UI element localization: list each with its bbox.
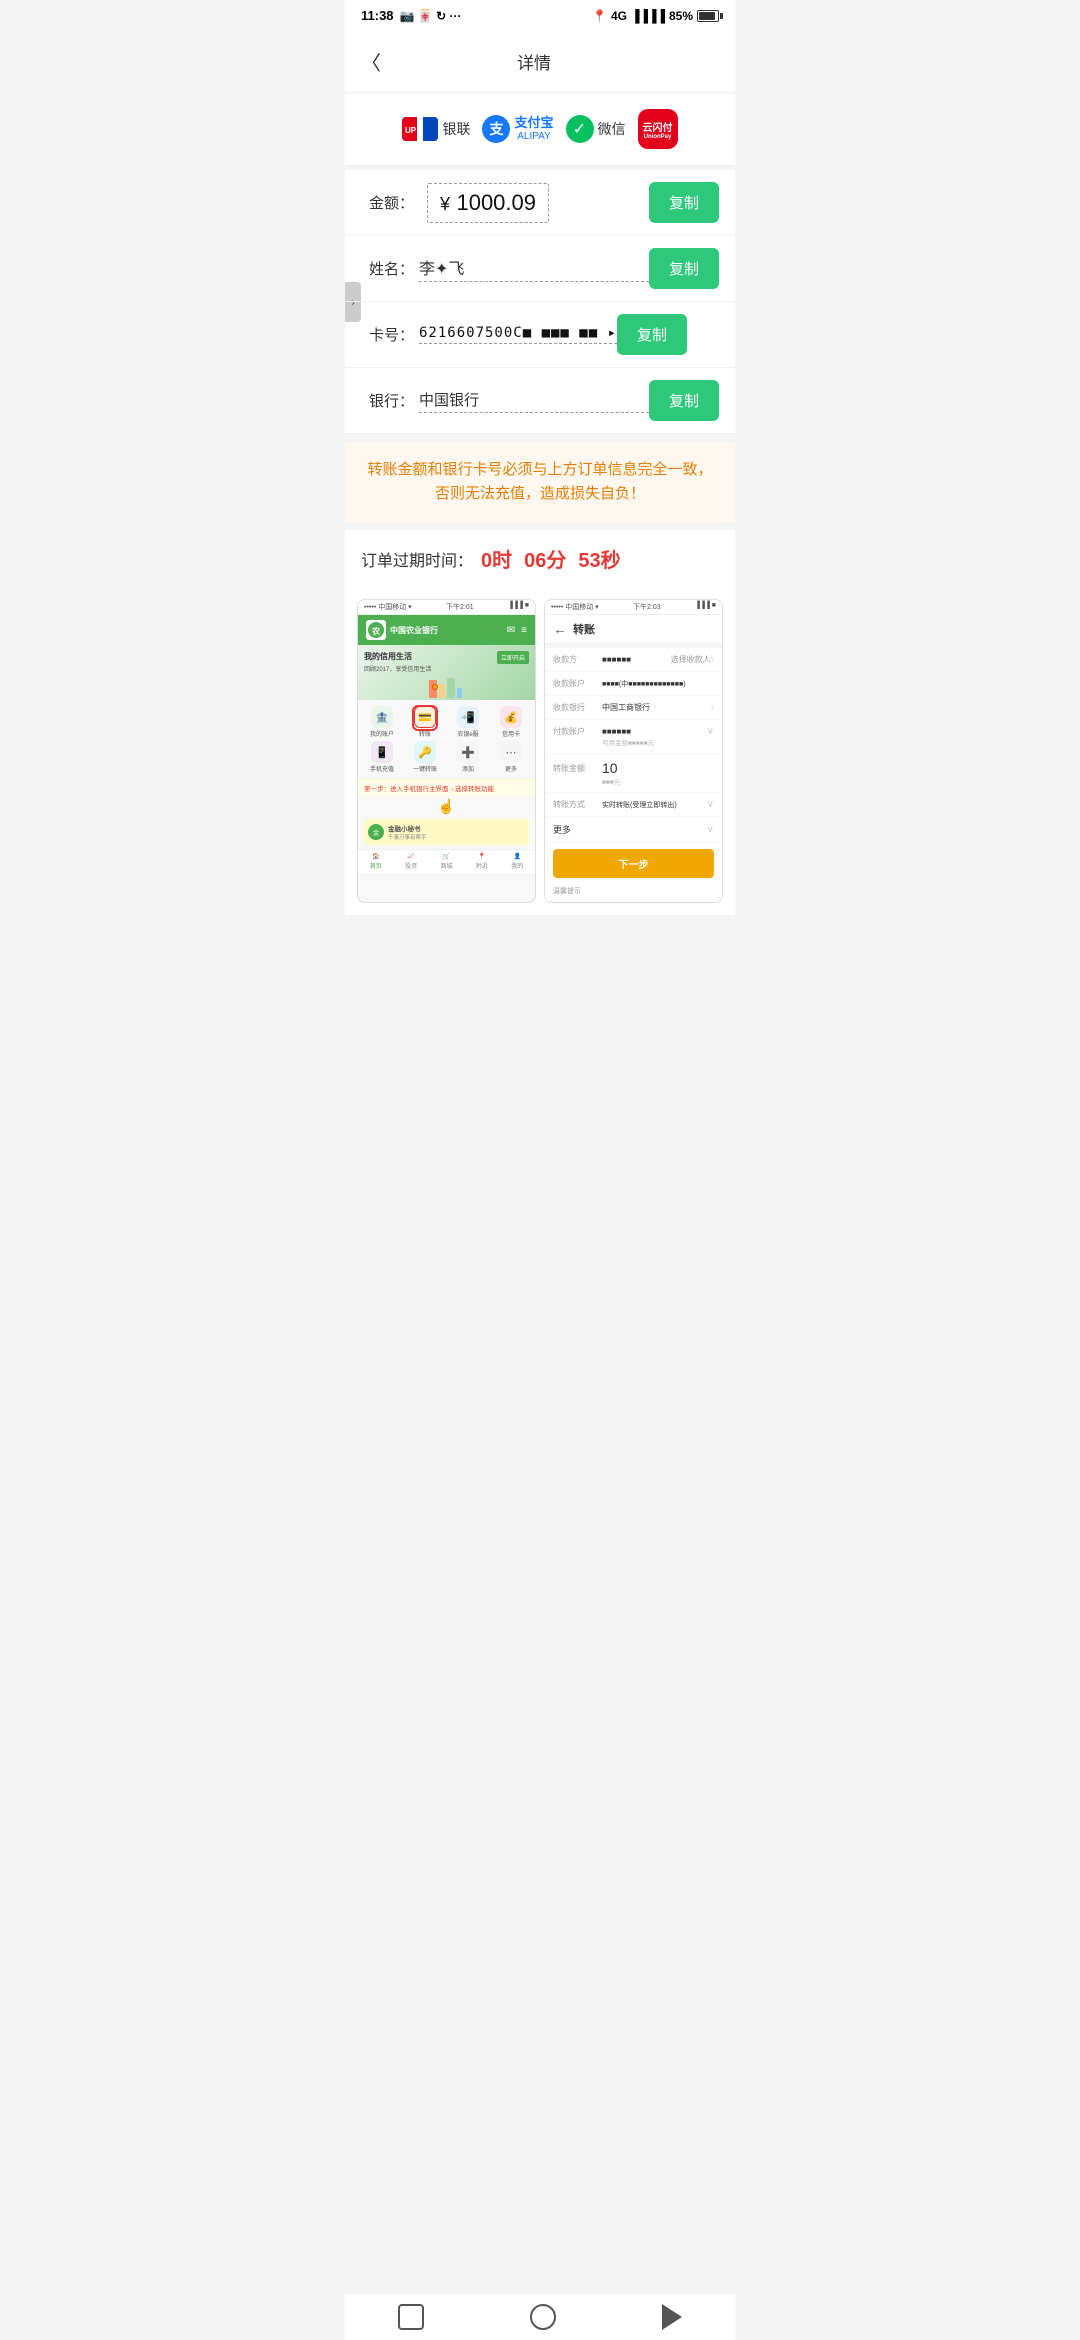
- nav-back-button[interactable]: [662, 2304, 682, 2330]
- alipay-sublabel: ALIPAY: [517, 131, 551, 142]
- card-row: 卡号： 6216607500C■ ■■■ ■■ ▸ 复制: [345, 302, 735, 368]
- copy-amount-button[interactable]: 复制: [649, 182, 719, 223]
- copy-name-button[interactable]: 复制: [649, 248, 719, 289]
- svg-text:农: 农: [371, 626, 380, 636]
- amount-value: 1000.09: [456, 190, 536, 215]
- status-right: 📍 4G ▐▐▐▐ 85%: [592, 9, 719, 23]
- copy-card-button[interactable]: 复制: [617, 314, 687, 355]
- yunshan-method: 云闪付 UnionPay: [638, 109, 678, 149]
- signal-bars: ▐▐▐▐: [631, 9, 665, 23]
- timer-hours: 0时: [481, 544, 512, 573]
- wechat-logo: ✓: [566, 115, 594, 143]
- wechat-label: 微信: [598, 119, 626, 139]
- order-info-section: › 金额： ¥ 1000.09 复制 姓名： 李✦飞 复制 卡号： 621660…: [345, 170, 735, 434]
- nav-home-button[interactable]: [530, 2304, 556, 2330]
- amount-box: ¥ 1000.09: [427, 183, 549, 223]
- status-time: 11:38 📷 🀄 ↻ ···: [361, 8, 461, 23]
- timer-label: 订单过期时间：: [361, 547, 473, 571]
- page-header: 〈 详情: [345, 31, 735, 93]
- name-row: 姓名： 李✦飞 复制: [345, 236, 735, 302]
- timer-section: 订单过期时间： 0时 06分 53秒: [345, 530, 735, 587]
- bank-value: 中国银行: [419, 389, 649, 413]
- payment-methods-bar: UP 银联 支 支付宝 ALIPAY ✓ 微信 云闪付 UnionPay: [345, 93, 735, 166]
- unionpay-label: 银联: [442, 119, 470, 139]
- name-value: 李✦飞: [419, 255, 649, 282]
- alipay-label: 支付宝: [514, 116, 553, 130]
- status-icons: 📷 🀄 ↻ ···: [400, 9, 462, 23]
- yunshan-logo: 云闪付 UnionPay: [638, 109, 678, 149]
- alipay-logo: 支: [482, 115, 510, 143]
- nav-square-button[interactable]: [398, 2304, 424, 2330]
- svg-text:UP: UP: [405, 126, 417, 135]
- status-bar: 11:38 📷 🀄 ↻ ··· 📍 4G ▐▐▐▐ 85%: [345, 0, 735, 31]
- tutorial-images: ••••• 中国移动 ▾ 下午2:01 ▐▐▐ ■ 农 中国农业银行: [357, 599, 723, 903]
- name-label: 姓名：: [369, 258, 419, 279]
- warning-text: 转账金额和银行卡号必须与上方订单信息完全一致， 否则无法充值，造成损失自负！: [361, 458, 719, 506]
- transfer-screen: ••••• 中国移动 ▾ 下午2:03 ▐▐▐ ■ ← 转账 收款方 ■■■■■…: [544, 599, 723, 903]
- copy-bank-button[interactable]: 复制: [649, 380, 719, 421]
- alipay-method: 支 支付宝 ALIPAY: [482, 115, 553, 143]
- tutorial-section: ••••• 中国移动 ▾ 下午2:01 ▐▐▐ ■ 农 中国农业银行: [345, 587, 735, 915]
- back-button[interactable]: 〈: [361, 43, 389, 80]
- timer-minutes: 06分: [524, 544, 566, 573]
- bank-row: 银行： 中国银行 复制: [345, 368, 735, 434]
- warning-section: 转账金额和银行卡号必须与上方订单信息完全一致， 否则无法充值，造成损失自负！: [345, 442, 735, 522]
- location-icon: 📍: [592, 9, 607, 23]
- timer-seconds: 53秒: [578, 544, 620, 573]
- yen-symbol: ¥: [440, 194, 450, 214]
- unionpay-logo: UP: [402, 117, 438, 141]
- bottom-navigation: [345, 2293, 735, 2340]
- amount-label: 金额：: [369, 192, 419, 213]
- bank-label: 银行：: [369, 390, 419, 411]
- amount-row: 金额： ¥ 1000.09 复制: [345, 170, 735, 236]
- signal-strength: 4G: [611, 9, 627, 23]
- wechat-method: ✓ 微信: [566, 115, 626, 143]
- page-title: 详情: [389, 49, 679, 74]
- unionpay-method: UP 银联: [402, 117, 470, 141]
- card-value: 6216607500C■ ■■■ ■■ ▸: [419, 325, 617, 344]
- svg-text:金: 金: [373, 829, 379, 837]
- abc-bank-screen: ••••• 中国移动 ▾ 下午2:01 ▐▐▐ ■ 农 中国农业银行: [357, 599, 536, 903]
- battery-icon: [697, 10, 719, 22]
- card-label: 卡号：: [369, 324, 419, 345]
